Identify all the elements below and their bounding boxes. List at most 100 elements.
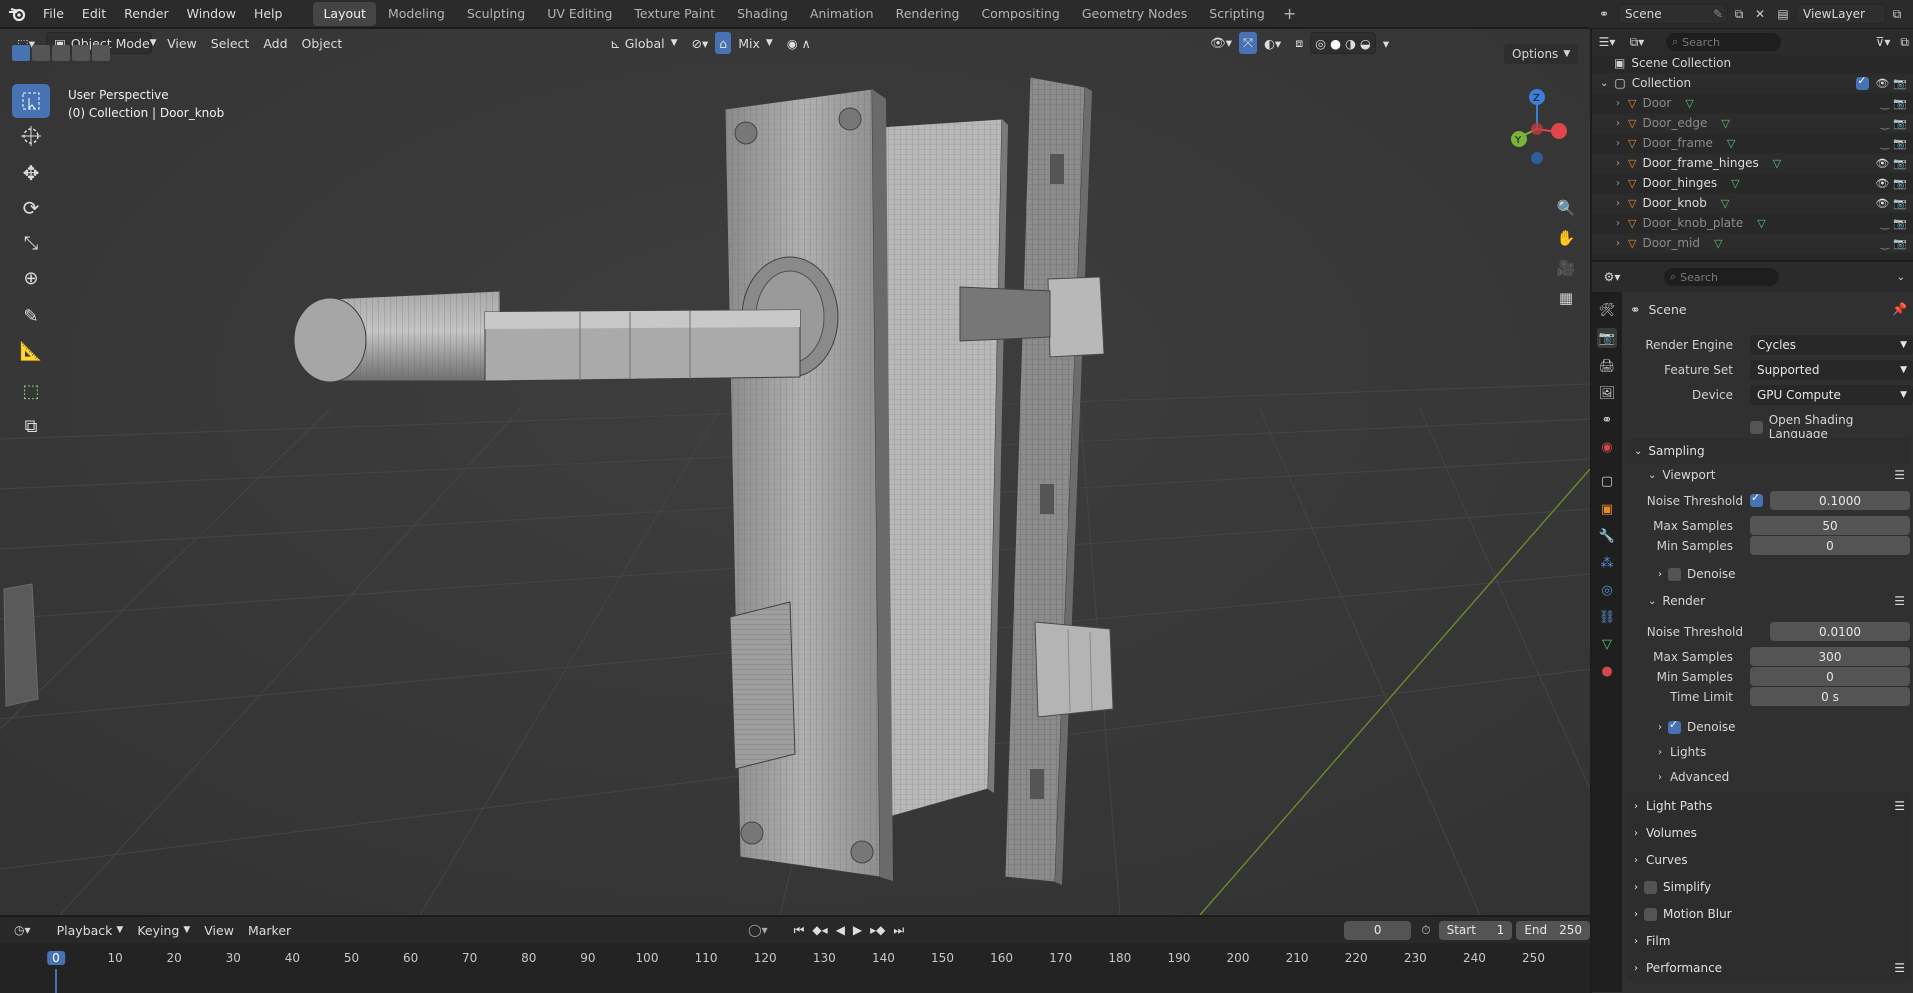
chevron-right-icon[interactable]: › — [1616, 238, 1620, 249]
render-engine-dropdown[interactable]: Cycles ▼ — [1750, 335, 1913, 355]
chevron-right-icon[interactable]: › — [1616, 178, 1620, 189]
new-collection-icon[interactable]: ⧉ — [1900, 35, 1909, 50]
outliner-row-scene-collection[interactable]: ▣ Scene Collection — [1592, 53, 1913, 73]
viewport-scene[interactable] — [0, 29, 1590, 915]
object-tab-icon[interactable]: ▣ — [1597, 499, 1617, 519]
render-min-samples-field[interactable]: 0 — [1750, 667, 1910, 686]
play-icon[interactable]: ▶ — [853, 923, 862, 938]
camera-icon[interactable]: 📷 — [1893, 77, 1907, 90]
chevron-right-icon[interactable]: › — [1616, 138, 1620, 149]
simplify-checkbox[interactable] — [1644, 880, 1657, 894]
visibility-icon[interactable]: 👁▾ — [1203, 32, 1239, 54]
viewlayer-icon[interactable]: ▤ — [1770, 7, 1796, 21]
pan-hand-icon[interactable]: ✋ — [1552, 224, 1580, 252]
motion-blur-section[interactable]: › Motion Blur — [1628, 901, 1911, 927]
outliner-row-object[interactable]: › ▽ Door ▽ ‿ 📷 — [1592, 93, 1913, 113]
add-cube-tool[interactable]: ⬚ — [12, 374, 50, 408]
select-box-tool[interactable] — [12, 84, 50, 118]
render-tab-icon[interactable]: 📷 — [1597, 328, 1617, 348]
outliner-row-object[interactable]: › ▽ Door_mid ▽ ‿ 📷 — [1592, 233, 1913, 253]
scene-field[interactable]: Scene ✎ — [1618, 4, 1728, 24]
outliner-row-object[interactable]: › ▽ Door_hinges ▽ 👁 📷 — [1592, 173, 1913, 193]
feature-set-dropdown[interactable]: Supported ▼ — [1750, 360, 1913, 380]
lights-subsection[interactable]: › Lights — [1658, 745, 1706, 759]
viewport-subsection[interactable]: ⌄ Viewport ☰ — [1648, 465, 1911, 485]
menu-window[interactable]: Window — [178, 0, 245, 28]
annotate-tool[interactable]: ✎ — [12, 299, 50, 333]
tab-uv-editing[interactable]: UV Editing — [537, 2, 622, 26]
eye-closed-icon[interactable]: ‿ — [1880, 237, 1889, 250]
viewport-noise-threshold-field[interactable]: 0.1000 — [1770, 491, 1910, 510]
wireframe-shading-icon[interactable]: ◎ — [1315, 36, 1326, 51]
simplify-section[interactable]: › Simplify — [1628, 874, 1911, 900]
pin-icon[interactable]: ✎ — [1713, 7, 1723, 21]
gizmo-toggle-icon[interactable]: ⤧ — [1238, 32, 1257, 54]
scale-tool[interactable]: ⤡ — [12, 226, 50, 260]
mesh-data-icon[interactable]: ▽ — [1685, 97, 1693, 110]
viewport-max-samples-field[interactable]: 50 — [1750, 516, 1910, 535]
device-dropdown[interactable]: GPU Compute ▼ — [1750, 385, 1913, 405]
viewport-min-samples-field[interactable]: 0 — [1750, 536, 1910, 555]
menu-add[interactable]: Add — [256, 32, 294, 54]
mesh-data-icon[interactable]: ▽ — [1727, 137, 1735, 150]
eye-closed-icon[interactable]: ‿ — [1880, 217, 1889, 230]
options-button[interactable]: Options ▼ — [1504, 44, 1579, 64]
rotate-tool[interactable]: ⟳ — [12, 191, 50, 225]
overlay-toggle-icon[interactable]: ◐▾ — [1257, 32, 1288, 54]
next-keyframe-icon[interactable]: ▸◆ — [870, 923, 885, 938]
filter-icon[interactable]: ⊽▾ — [1876, 35, 1891, 49]
xray-icon[interactable]: ⧈ — [1288, 32, 1310, 54]
chevron-right-icon[interactable]: › — [1616, 118, 1620, 129]
time-limit-field[interactable]: 0 s — [1750, 687, 1910, 706]
render-max-samples-field[interactable]: 300 — [1750, 647, 1910, 666]
mesh-data-icon[interactable]: ▽ — [1757, 217, 1765, 230]
select-new-icon[interactable] — [12, 45, 30, 61]
performance-section[interactable]: › Performance ☰ — [1628, 955, 1911, 981]
transform-orientation-dropdown[interactable]: ⊾ Global ▼ — [603, 32, 684, 54]
render-denoise-checkbox[interactable] — [1668, 718, 1681, 734]
data-tab-icon[interactable]: ▽ — [1597, 634, 1617, 654]
cursor-tool[interactable] — [12, 119, 50, 153]
add-workspace-button[interactable]: + — [1277, 4, 1302, 23]
timeline-view-menu[interactable]: View — [197, 919, 241, 941]
osl-check[interactable] — [1750, 420, 1763, 434]
mesh-data-icon[interactable]: ▽ — [1721, 197, 1729, 210]
current-frame-field[interactable]: 0 — [1344, 920, 1412, 940]
motion-blur-checkbox[interactable] — [1644, 907, 1657, 921]
tab-sculpting[interactable]: Sculpting — [457, 2, 535, 26]
camera-icon[interactable]: 📷 — [1893, 177, 1907, 190]
add-object-tool[interactable]: ⧉ — [12, 409, 50, 443]
menu-file[interactable]: File — [34, 0, 73, 28]
collection-tab-icon[interactable]: ▢ — [1597, 471, 1617, 491]
tool-tab-icon[interactable]: 🛠 — [1597, 300, 1617, 320]
material-shading-icon[interactable]: ◑ — [1345, 36, 1356, 51]
new-scene-icon[interactable]: ⧉ — [1728, 7, 1750, 22]
tab-texture-paint[interactable]: Texture Paint — [624, 2, 725, 26]
keying-menu[interactable]: Keying ▼ — [130, 919, 197, 941]
transform-tool[interactable]: ⊕ — [12, 261, 50, 295]
view-layer-tab-icon[interactable]: 🖼 — [1597, 383, 1617, 403]
pin-icon[interactable]: 📌 — [1892, 302, 1907, 316]
outliner-row-object[interactable]: › ▽ Door_knob_plate ▽ ‿ 📷 — [1592, 213, 1913, 233]
tab-layout[interactable]: Layout — [313, 1, 376, 26]
playhead[interactable] — [55, 969, 57, 993]
mesh-data-icon[interactable]: ▽ — [1721, 117, 1729, 130]
eye-closed-icon[interactable]: ‿ — [1880, 137, 1889, 150]
chevron-right-icon[interactable]: › — [1616, 218, 1620, 229]
viewport-noise-threshold-checkbox[interactable] — [1750, 491, 1763, 507]
shading-options-icon[interactable]: ▾ — [1376, 32, 1396, 54]
pivot-point-icon[interactable]: ⊘▾ — [685, 32, 716, 54]
outliner-row-object[interactable]: › ▽ Door_edge ▽ ‿ 📷 — [1592, 113, 1913, 133]
advanced-subsection[interactable]: › Advanced — [1658, 770, 1729, 784]
sampling-section[interactable]: ⌄ Sampling — [1628, 438, 1911, 464]
camera-icon[interactable]: 📷 — [1893, 137, 1907, 150]
jump-end-icon[interactable]: ⏭ — [893, 923, 904, 938]
chevron-right-icon[interactable]: › — [1616, 98, 1620, 109]
solid-shading-icon[interactable]: ● — [1330, 36, 1341, 51]
chevron-down-icon[interactable]: ⌄ — [1600, 78, 1608, 89]
menu-view[interactable]: View — [160, 32, 204, 54]
eye-closed-icon[interactable]: ‿ — [1880, 97, 1889, 110]
outliner-search-input[interactable]: ⌕ Search — [1666, 33, 1781, 51]
navigation-gizmo[interactable]: Z Y — [1497, 84, 1577, 164]
proportional-editing-icon[interactable]: ◉ ∧ — [780, 32, 818, 54]
